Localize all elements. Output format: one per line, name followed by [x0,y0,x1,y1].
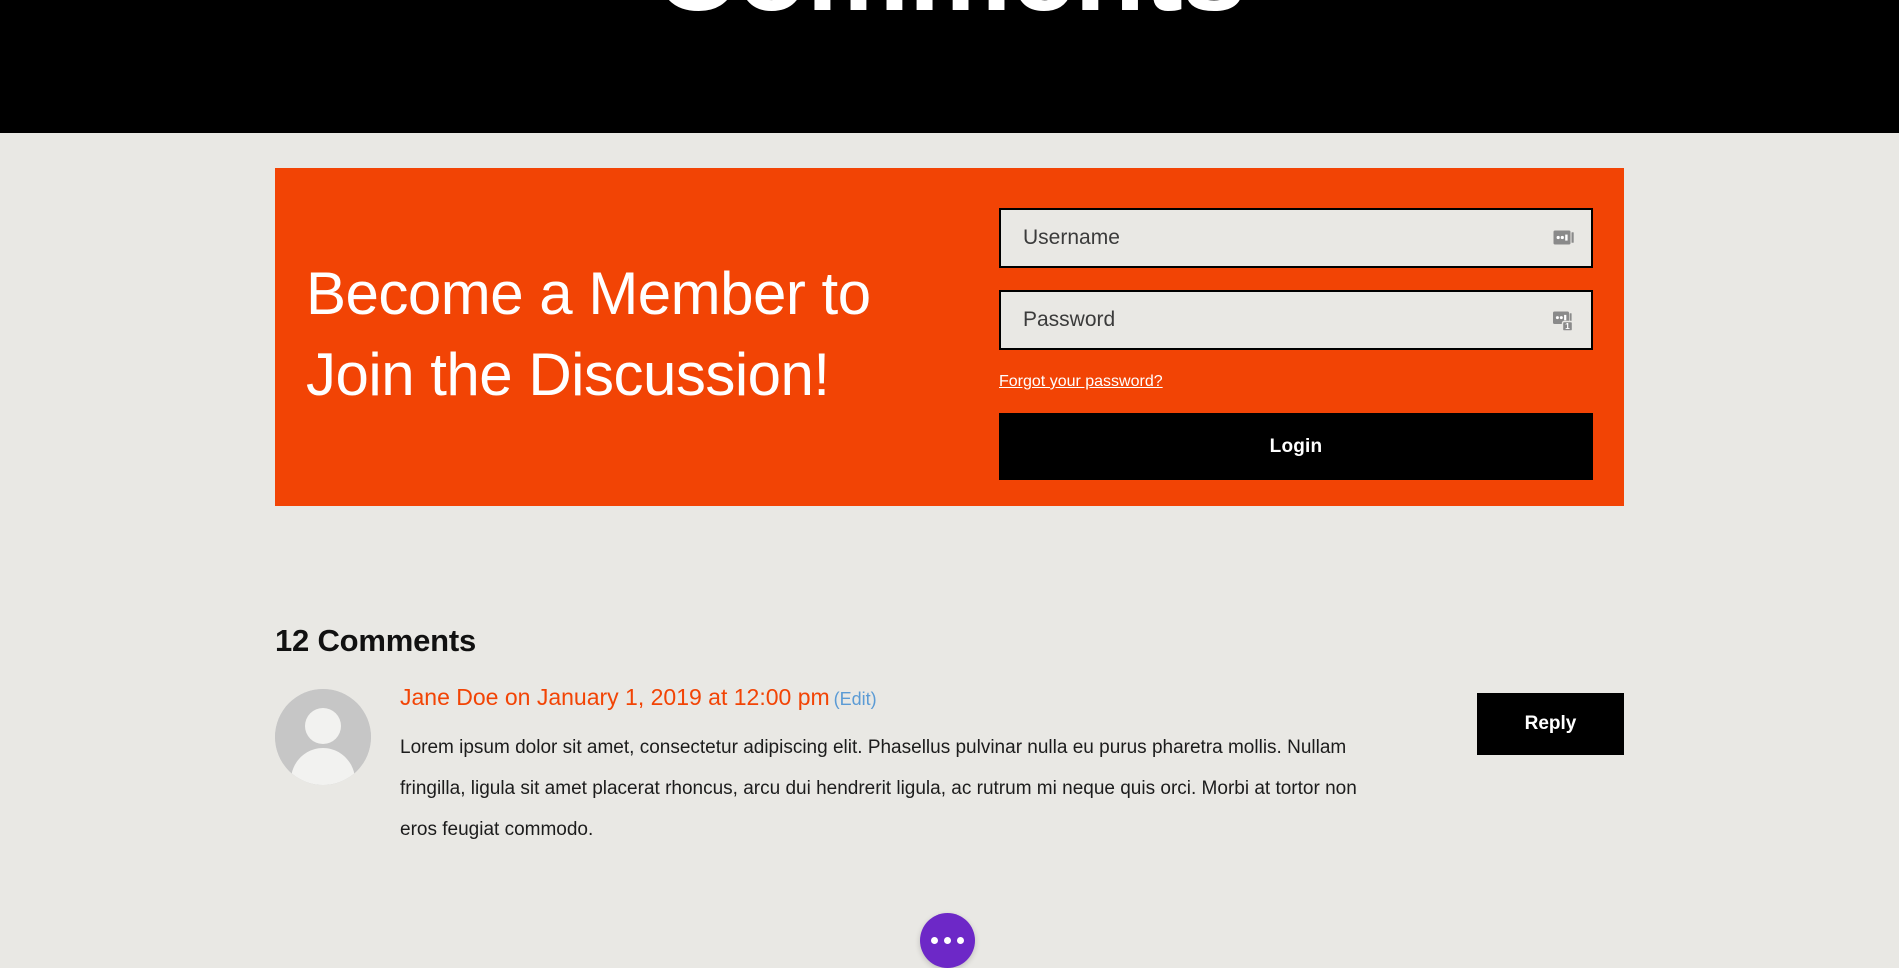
ellipsis-icon [931,937,964,944]
reply-button[interactable]: Reply [1477,693,1624,755]
login-form: 1 Forgot your password? Login [999,208,1593,480]
floating-action-button[interactable] [920,913,975,968]
forgot-password-link[interactable]: Forgot your password? [999,372,1163,392]
username-input[interactable] [999,208,1593,268]
password-input[interactable] [999,290,1593,350]
comments-section: 12 Comments Jane Doe on January 1, 2019 … [275,623,1624,850]
login-button[interactable]: Login [999,413,1593,480]
comment-item: Jane Doe on January 1, 2019 at 12:00 pm(… [275,681,1624,850]
password-manager-badge-count: 1 [1565,321,1570,331]
comment-date: January 1, 2019 at 12:00 pm [536,684,830,710]
password-manager-badge-icon[interactable]: 1 [1552,308,1576,332]
password-field-wrapper: 1 [999,290,1593,350]
comment-meta: Jane Doe on January 1, 2019 at 12:00 pm(… [400,681,1364,715]
username-field-wrapper [999,208,1593,268]
comments-count-heading: 12 Comments [275,623,477,658]
page-content: Become a Member to Join the Discussion! [0,133,1899,968]
comment-meta-connector: on [498,684,537,710]
membership-login-panel: Become a Member to Join the Discussion! [275,168,1624,506]
page-hero-header: Comments [0,0,1899,133]
default-user-avatar-icon [275,689,371,785]
membership-heading: Become a Member to Join the Discussion! [306,259,871,408]
comment-author-link[interactable]: Jane Doe [400,684,498,710]
comment-text: Lorem ipsum dolor sit amet, consectetur … [400,737,1357,840]
avatar [275,689,371,785]
comment-body: Jane Doe on January 1, 2019 at 12:00 pm(… [400,681,1624,850]
page-title: Comments [0,0,1899,28]
password-manager-icon[interactable] [1552,226,1576,250]
comment-edit-link[interactable]: (Edit) [834,689,877,709]
